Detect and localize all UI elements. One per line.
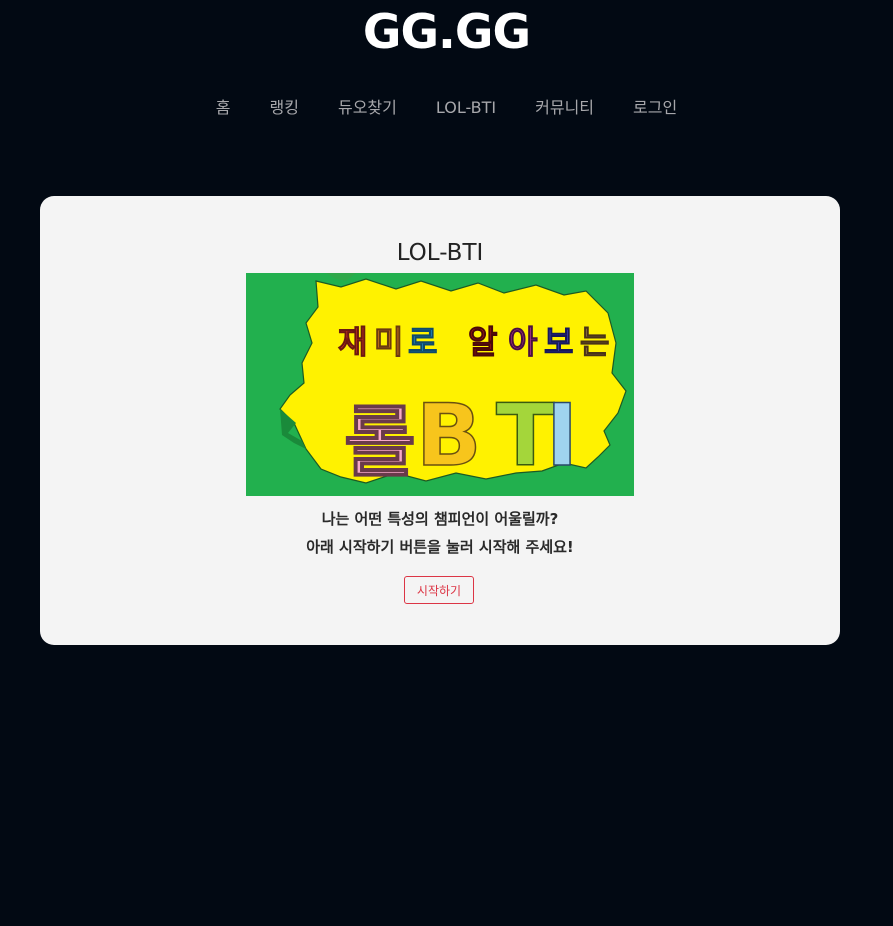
svg-text:I: I [546,386,578,486]
lol-bti-banner-image: 재 미 로 알 아 보 는 롤 B T I [246,273,634,496]
nav-item-lol-bti[interactable]: LOL-BTI [436,96,496,120]
nav-item-home[interactable]: 홈 [216,96,231,120]
nav-item-ranking[interactable]: 랭킹 [270,96,299,120]
svg-text:아: 아 [508,323,538,361]
svg-text:보: 보 [544,323,573,361]
svg-text:미: 미 [374,323,403,361]
lol-bti-card: LOL-BTI 재 미 로 알 아 보 는 롤 B T I 나는 어떤 특성의 … [40,196,840,645]
main-nav: 홈 랭킹 듀오찾기 LOL-BTI 커뮤니티 로그인 [0,96,893,120]
svg-text:알: 알 [468,323,497,361]
banner-text-line1-a: 재 [338,323,367,361]
svg-text:B: B [416,386,482,486]
svg-text:는: 는 [580,323,609,361]
description-line-2: 아래 시작하기 버튼을 눌러 시작해 주세요! [306,538,574,556]
site-title[interactable]: GG.GG [0,4,893,62]
nav-item-login[interactable]: 로그인 [633,96,677,120]
start-button[interactable]: 시작하기 [404,576,474,604]
svg-text:로: 로 [408,323,437,361]
nav-item-duo-finder[interactable]: 듀오찾기 [338,96,397,120]
page-title: LOL-BTI [396,240,484,266]
description-line-1: 나는 어떤 특성의 챔피언이 어울릴까? [321,510,559,528]
svg-text:롤: 롤 [344,398,416,488]
nav-item-community[interactable]: 커뮤니티 [535,96,594,120]
